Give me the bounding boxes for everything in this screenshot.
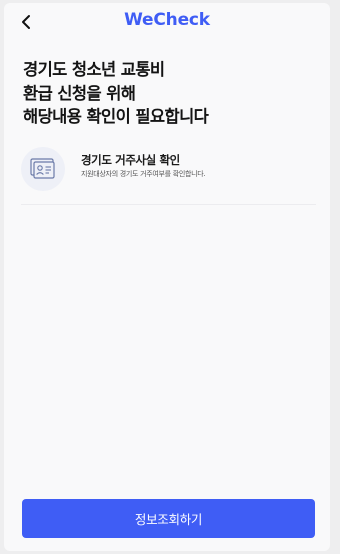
- heading-line: 경기도 청소년 교통비: [23, 60, 165, 79]
- item-title: 경기도 거주사실 확인: [81, 153, 180, 167]
- lookup-info-button[interactable]: 정보조회하기: [22, 499, 315, 538]
- app-screen: WeCheck 경기도 청소년 교통비 환급 신청을 위해 해당내용 확인이 필…: [4, 3, 330, 551]
- page-heading: 경기도 청소년 교통비 환급 신청을 위해 해당내용 확인이 필요합니다: [23, 58, 313, 129]
- heading-line: 환급 신청을 위해: [23, 83, 136, 103]
- residence-check-item[interactable]: 경기도 거주사실 확인 지원대상자의 경기도 거주여부를 확인합니다.: [21, 144, 316, 194]
- item-icon-circle: [21, 147, 65, 191]
- item-description: 지원대상자의 경기도 거주여부를 확인합니다.: [81, 170, 206, 178]
- top-bar: WeCheck: [4, 3, 330, 39]
- app-title: WeCheck: [124, 10, 210, 30]
- resident-card-icon: [30, 158, 55, 179]
- heading-line: 해당내용 확인이 필요합니다: [23, 107, 209, 126]
- divider: [21, 204, 316, 205]
